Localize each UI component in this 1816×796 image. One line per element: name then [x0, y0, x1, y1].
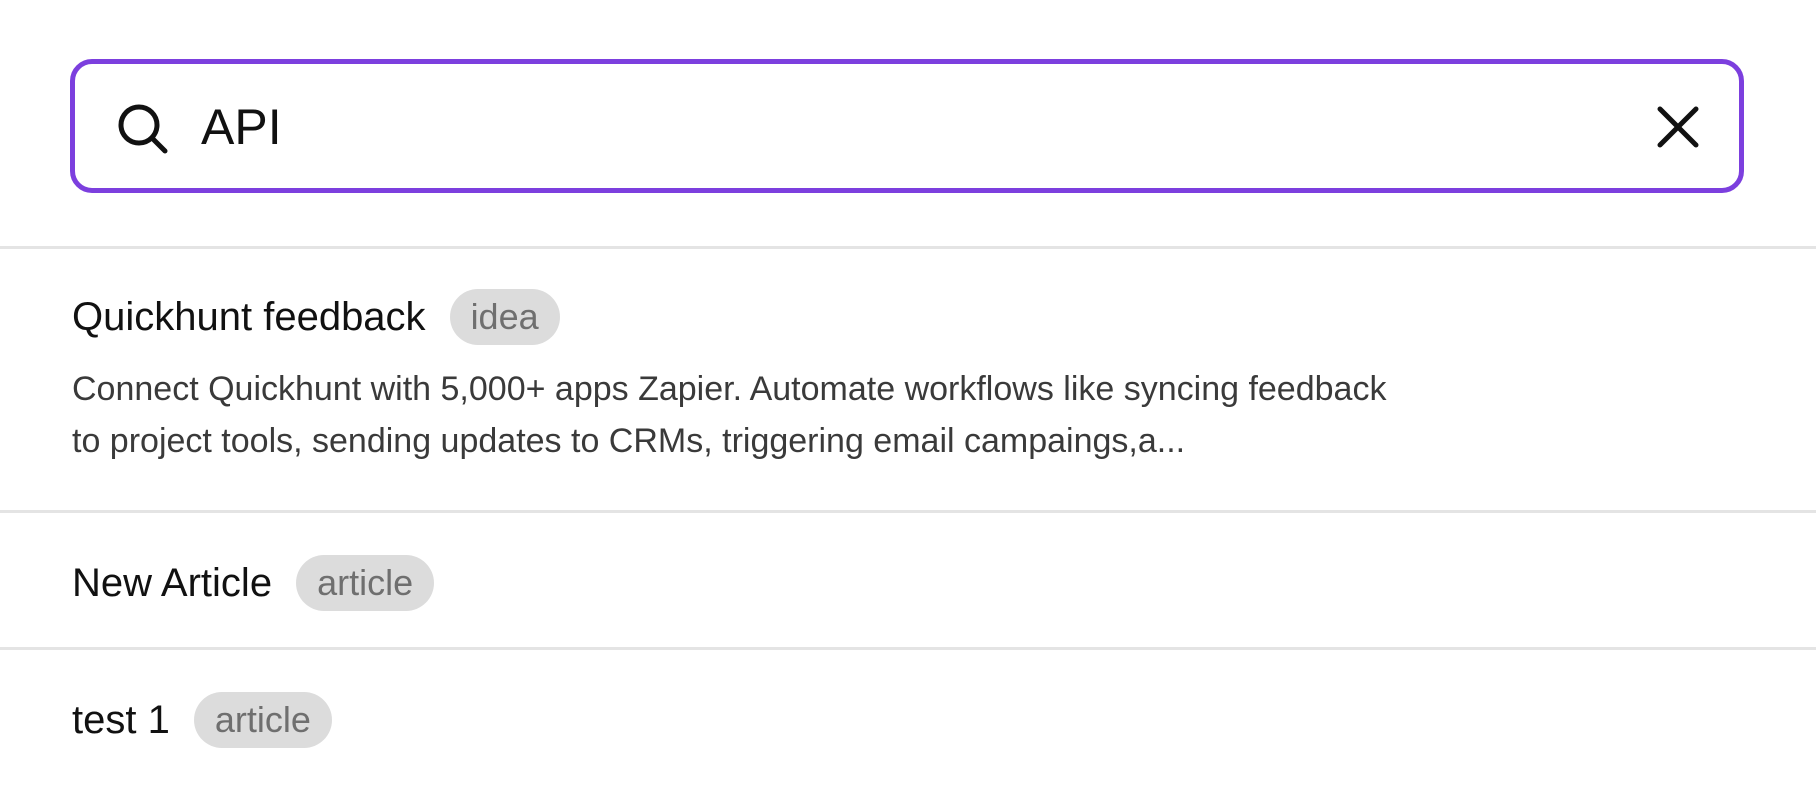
close-icon[interactable] [1655, 104, 1701, 150]
search-result-item[interactable]: test 1 article [72, 692, 1672, 748]
result-type-badge: idea [449, 289, 560, 345]
result-description: Connect Quickhunt with 5,000+ apps Zapie… [72, 363, 1632, 467]
search-result-item[interactable]: New Article article [72, 555, 1672, 611]
result-description-line: Connect Quickhunt with 5,000+ apps Zapie… [72, 370, 1387, 408]
result-description-line: to project tools, sending updates to CRM… [72, 422, 1186, 460]
divider [0, 246, 1816, 249]
result-title: Quickhunt feedback [72, 294, 426, 339]
result-title: test 1 [72, 697, 170, 742]
search-result-item[interactable]: Quickhunt feedback idea Connect Quickhun… [72, 289, 1672, 467]
divider [0, 647, 1816, 650]
search-bar[interactable] [70, 59, 1744, 193]
result-type-badge: article [296, 555, 435, 611]
search-input[interactable] [201, 92, 1601, 162]
result-title: New Article [72, 560, 273, 605]
result-type-badge: article [193, 692, 332, 748]
divider [0, 510, 1816, 513]
search-icon [118, 104, 168, 154]
